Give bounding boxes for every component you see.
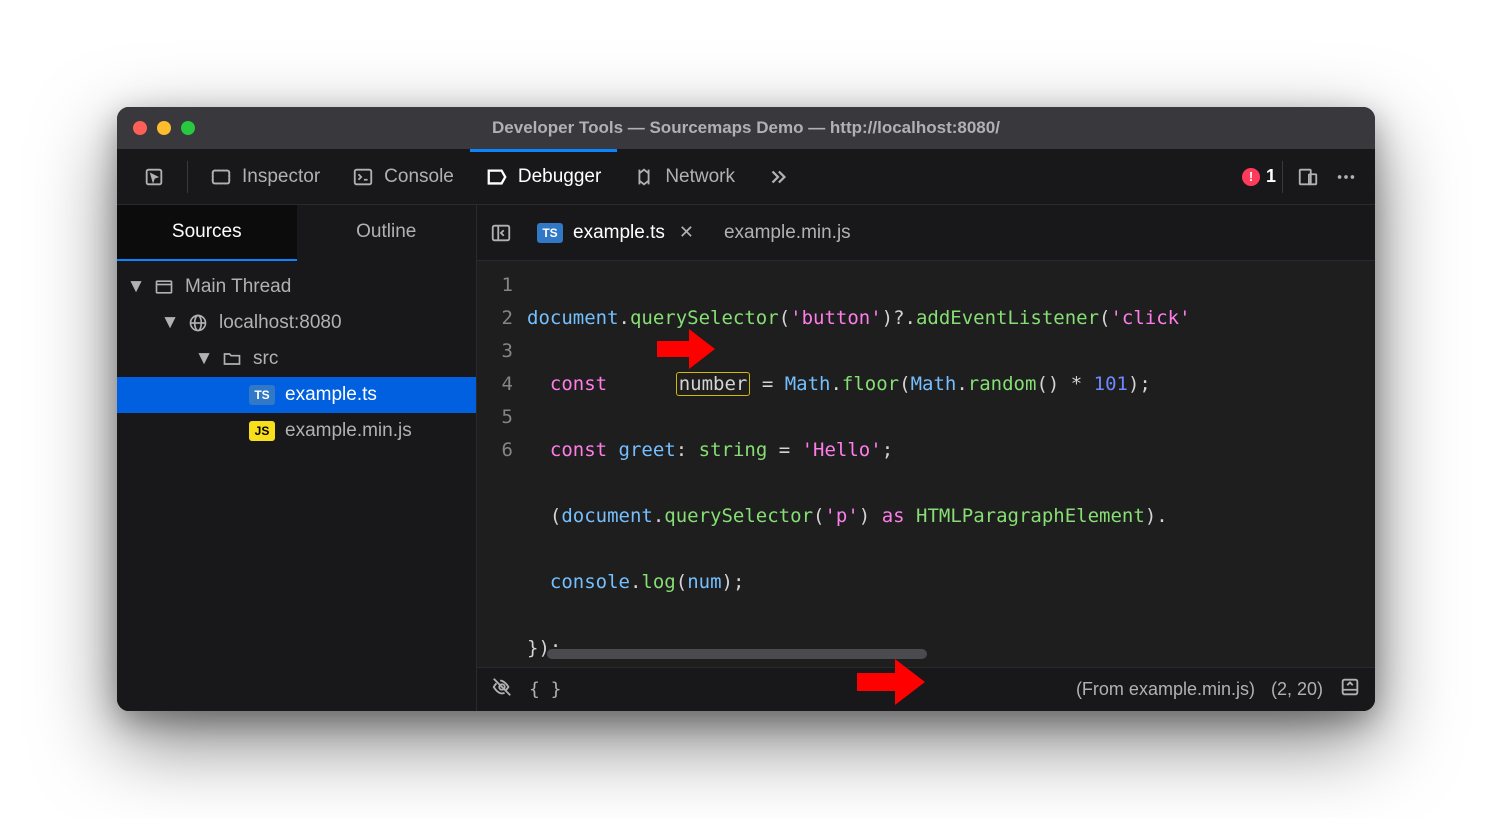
chevron-double-right-icon <box>767 166 789 188</box>
code-content: document.querySelector('button')?.addEve… <box>527 261 1375 667</box>
tree-host[interactable]: ▼ localhost:8080 <box>117 305 476 341</box>
editor-tab-example-min-js[interactable]: example.min.js <box>710 205 865 261</box>
sources-sidebar: Sources Outline ▼ Main Thread ▼ localhos… <box>117 205 477 711</box>
error-number: 1 <box>1266 166 1276 187</box>
pointer-icon <box>143 166 165 188</box>
collapse-left-icon <box>490 222 512 244</box>
horizontal-scrollbar[interactable] <box>547 649 927 659</box>
editor-tabs: TS example.ts ✕ example.min.js <box>477 205 1375 261</box>
cursor-position: (2, 20) <box>1271 679 1323 700</box>
traffic-lights <box>133 121 195 135</box>
select-element-button[interactable] <box>127 149 181 205</box>
close-window-button[interactable] <box>133 121 147 135</box>
divider <box>187 161 188 193</box>
pretty-print-button[interactable]: { } <box>529 679 562 700</box>
minimize-window-button[interactable] <box>157 121 171 135</box>
inspector-icon <box>210 166 232 188</box>
tab-inspector[interactable]: Inspector <box>194 149 336 205</box>
chevron-down-icon: ▼ <box>163 316 177 330</box>
debugger-icon <box>486 166 508 188</box>
tree-label: localhost:8080 <box>219 312 342 334</box>
maximize-window-button[interactable] <box>181 121 195 135</box>
tab-network[interactable]: Network <box>617 149 751 205</box>
ts-badge-icon: TS <box>249 385 275 405</box>
sidebar-tabs: Sources Outline <box>117 205 476 261</box>
tree-label: example.ts <box>285 384 377 406</box>
tree-file-example-ts[interactable]: TS example.ts <box>117 377 476 413</box>
tree-label: example.min.js <box>285 420 412 442</box>
toggle-sidebar-button[interactable] <box>481 213 521 253</box>
console-icon <box>352 166 374 188</box>
toolbox-tabs: Inspector Console Debugger Network <box>117 149 1375 205</box>
more-horizontal-icon <box>1335 166 1357 188</box>
blackbox-button[interactable] <box>491 676 513 703</box>
folder-icon <box>221 348 243 370</box>
globe-icon <box>187 312 209 334</box>
tab-sources[interactable]: Sources <box>117 205 297 261</box>
tab-console[interactable]: Console <box>336 149 470 205</box>
sources-tree: ▼ Main Thread ▼ localhost:8080 ▼ <box>117 261 476 457</box>
tab-label: example.ts <box>573 222 665 244</box>
js-badge-icon: JS <box>249 421 275 441</box>
devices-icon <box>1297 166 1319 188</box>
tree-main-thread[interactable]: ▼ Main Thread <box>117 269 476 305</box>
ts-badge-icon: TS <box>537 223 563 243</box>
network-icon <box>633 166 655 188</box>
tree-label: src <box>253 348 278 370</box>
editor-footer: { } (From example.min.js) (2, 20) <box>477 667 1375 711</box>
chevron-down-icon: ▼ <box>129 280 143 294</box>
eye-off-icon <box>491 676 513 698</box>
tabs-overflow-button[interactable] <box>751 149 805 205</box>
window-title: Developer Tools — Sourcemaps Demo — http… <box>117 118 1375 138</box>
type-highlight: number <box>676 372 751 396</box>
editor-tab-example-ts[interactable]: TS example.ts ✕ <box>523 205 708 261</box>
titlebar: Developer Tools — Sourcemaps Demo — http… <box>117 107 1375 149</box>
devtools-window: Developer Tools — Sourcemaps Demo — http… <box>117 107 1375 711</box>
close-icon[interactable]: ✕ <box>679 222 694 243</box>
debugger-content: Sources Outline ▼ Main Thread ▼ localhos… <box>117 205 1375 711</box>
code-editor[interactable]: 1 2 3 4 5 6 document.querySelector('butt… <box>477 261 1375 667</box>
tab-label: Network <box>665 166 735 188</box>
editor-pane: TS example.ts ✕ example.min.js 1 2 3 4 5… <box>477 205 1375 711</box>
panel-icon <box>1339 676 1361 698</box>
tab-label: example.min.js <box>724 222 851 244</box>
tab-label: Inspector <box>242 166 320 188</box>
meatball-menu-button[interactable] <box>1327 149 1365 205</box>
tab-label: Debugger <box>518 166 601 188</box>
tree-file-example-min-js[interactable]: JS example.min.js <box>117 413 476 449</box>
tab-debugger[interactable]: Debugger <box>470 149 617 205</box>
divider <box>1282 161 1283 193</box>
tree-folder-src[interactable]: ▼ src <box>117 341 476 377</box>
tab-outline[interactable]: Outline <box>297 205 477 261</box>
responsive-design-button[interactable] <box>1289 149 1327 205</box>
chevron-down-icon: ▼ <box>197 352 211 366</box>
line-numbers: 1 2 3 4 5 6 <box>477 261 527 667</box>
tree-label: Main Thread <box>185 276 291 298</box>
toggle-bottom-panel-button[interactable] <box>1339 676 1361 703</box>
error-icon: ! <box>1242 168 1260 186</box>
error-count[interactable]: ! 1 <box>1242 166 1276 187</box>
sourcemap-origin: (From example.min.js) <box>1076 679 1255 700</box>
tab-label: Console <box>384 166 454 188</box>
window-icon <box>153 276 175 298</box>
